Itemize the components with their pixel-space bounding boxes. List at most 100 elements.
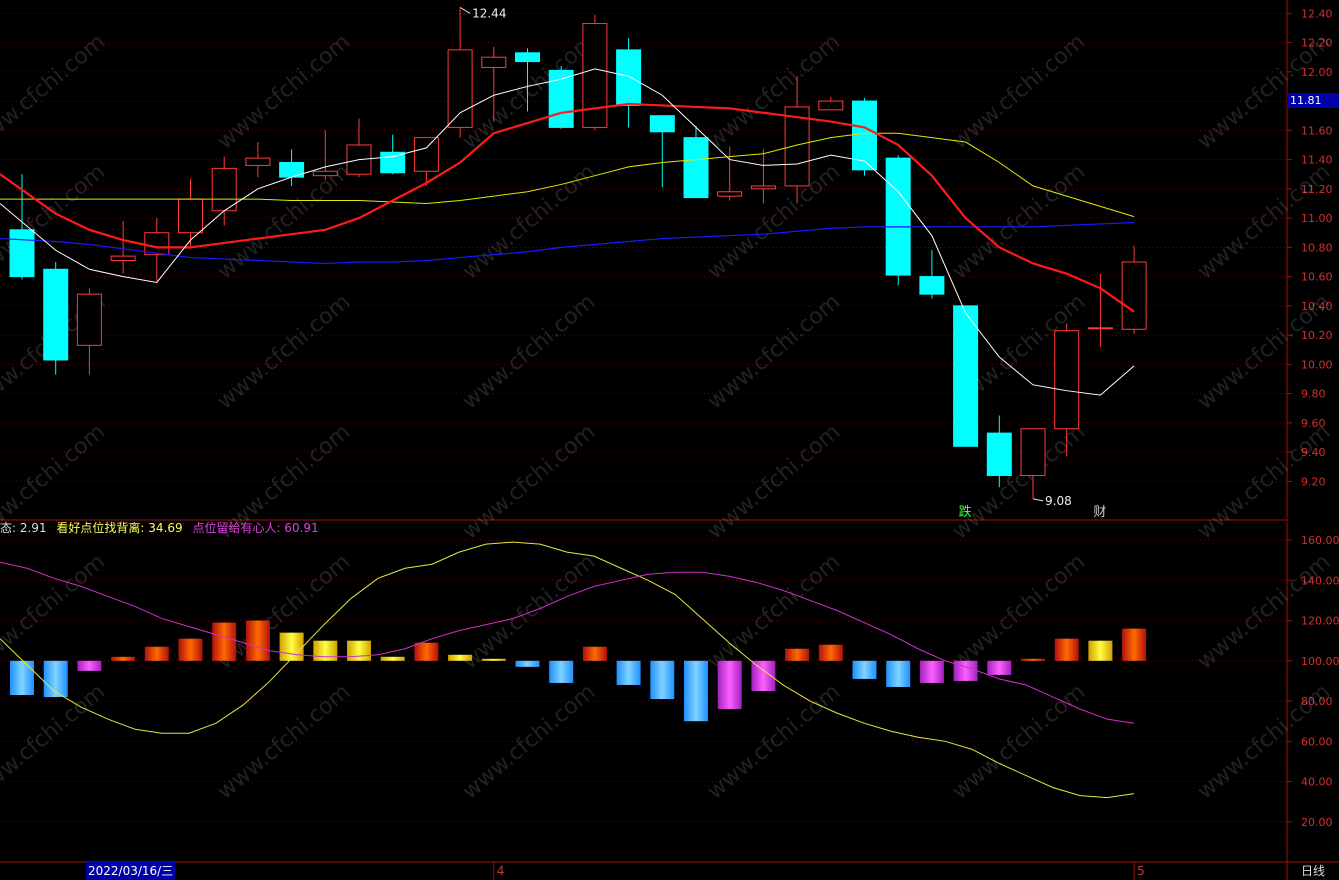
candle-body [1087,327,1113,330]
indicator-bar [279,632,304,661]
price-tick-label: 10.80 [1301,241,1333,254]
indicator-bar [616,660,641,685]
candle-body [211,167,237,212]
current-price-label: 11.81 [1287,92,1339,108]
candle-body [1121,261,1147,330]
indicator-bar [953,660,978,681]
indicator-bar [414,642,439,661]
watermark-text: www.cfchi.com [0,549,110,674]
candle-body [1054,330,1080,430]
watermark-text: www.cfchi.com [0,679,110,804]
indicator-bar [448,654,473,661]
indicator-bar [144,646,169,661]
price-tick-label: 10.60 [1301,271,1333,284]
watermark-text: www.cfchi.com [458,289,600,414]
indicator-bar [313,640,338,661]
candle-body [76,293,102,346]
indicator-bar [178,638,203,661]
month-label: 5 [1137,864,1145,878]
watermark-text: www.cfchi.com [458,29,600,154]
price-tick-label: 12.40 [1301,7,1333,20]
price-tick-label: 11.00 [1301,212,1333,225]
indicator-bar [212,622,237,661]
candle-body [616,49,642,106]
candle-body [1020,428,1046,477]
watermark-text: www.cfchi.com [703,419,845,544]
candle-body [144,232,170,256]
indicator-bar [886,660,911,687]
candle-body [245,157,271,166]
candle-body [447,49,473,128]
month-label: 4 [497,864,505,878]
indicator-header: 态: 2.91 看好点位找背离: 34.69 点位留给有心人: 60.91 [0,520,325,536]
indicator-bar [751,660,776,691]
signal-marker: 财 [1093,505,1106,520]
indicator-tick-label: 60.00 [1301,735,1333,748]
indicator-bar [818,644,843,661]
annotation-arrow [1032,498,1044,502]
watermark-text: www.cfchi.com [948,29,1090,154]
annotation-arrow [459,7,471,14]
candle-body [649,115,675,133]
indicator-bar [515,660,540,667]
watermark-text: www.cfchi.com [458,679,600,804]
candle-body [43,268,69,361]
watermark-text: www.cfchi.com [703,159,845,284]
indicator-bar [919,660,944,683]
candle-body [413,137,439,172]
indicator-bar [77,660,102,671]
price-tick-label: 11.60 [1301,124,1333,137]
indicator-tick-label: 100.00 [1301,655,1339,668]
watermark-text: www.cfchi.com [703,29,845,154]
indicator-bar [1054,638,1079,661]
price-tick-label: 10.00 [1301,358,1333,371]
watermark-text: www.cfchi.com [213,679,355,804]
cursor-date-label: 2022/03/16/三 [86,862,176,880]
indicator-bar [650,660,675,700]
candle-body [312,170,338,177]
candle-body [919,276,945,295]
watermark-text: www.cfchi.com [458,549,600,674]
indicator-value-3: 点位留给有心人: 60.91 [192,521,319,535]
indicator-value-2: 看好点位找背离: 34.69 [56,521,183,535]
indicator-bar [1122,628,1147,661]
candle-body [885,157,911,276]
watermark-text: www.cfchi.com [213,289,355,414]
indicator-bar [245,620,270,661]
indicator-bar [1021,658,1045,661]
watermark-text: www.cfchi.com [458,419,600,544]
candle-body [717,191,743,197]
candle-body [582,23,608,128]
indicator-tick-label: 40.00 [1301,776,1333,789]
annotation-label: 9.08 [1045,494,1072,508]
price-tick-label: 9.20 [1301,475,1326,488]
candle-body [481,56,507,68]
watermark-text: www.cfchi.com [458,159,600,284]
indicator-bar [684,660,708,722]
indicator-bar [111,656,136,661]
indicator-bar [549,660,574,683]
period-label[interactable]: 日线 [1290,862,1336,880]
candle-body [515,52,540,63]
indicator-tick-label: 20.00 [1301,816,1333,829]
watermark-text: www.cfchi.com [0,29,110,154]
indicator-bar [582,646,607,661]
candle-body [9,229,35,278]
indicator-bar [481,658,506,661]
candle-body [750,185,776,190]
indicator-bar [380,656,405,661]
signal-marker: 跌 [959,504,972,520]
watermark-text: www.cfchi.com [703,289,845,414]
candle-body [178,198,203,234]
annotation-label: 12.44 [472,6,506,20]
candle-body [683,137,709,199]
price-tick-label: 9.80 [1301,388,1326,401]
candle-body [110,255,136,262]
candle-body [953,305,979,447]
indicator-bar [717,660,742,710]
indicator-bar [852,660,877,679]
candle-body [380,151,406,174]
indicator-tick-label: 120.00 [1301,615,1339,628]
stock-chart: 12.4012.2012.0011.8011.6011.4011.2011.00… [0,0,1339,880]
indicator-tick-label: 160.00 [1301,534,1339,547]
